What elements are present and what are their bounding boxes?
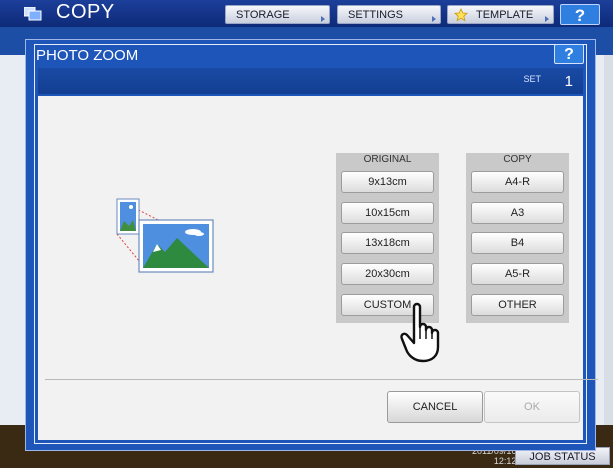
help-button[interactable]: ? [560,4,600,25]
cancel-button[interactable]: CANCEL [387,391,483,423]
tab-storage[interactable]: STORAGE [225,5,330,24]
original-size-panel: ORIGINAL 9x13cm 10x15cm 13x18cm 20x30cm … [336,153,439,323]
tab-settings[interactable]: SETTINGS [337,5,441,24]
tab-template[interactable]: TEMPLATE [447,5,554,24]
copy-title: COPY [503,154,532,165]
side-strip [604,55,613,425]
dialog-help-button[interactable]: ? [554,44,584,64]
original-20x30-button[interactable]: 20x30cm [341,263,434,285]
divider [45,379,598,380]
ok-button[interactable]: OK [484,391,580,423]
original-title: ORIGINAL [363,154,412,165]
app-title: COPY [56,1,115,23]
set-label: SET [523,74,541,84]
set-bar: SET 1 [38,68,583,94]
tab-settings-label: SETTINGS [348,9,404,21]
copy-size-panel: COPY A4-R A3 B4 A5-R OTHER [466,153,569,323]
top-bar: COPY STORAGE SETTINGS TEMPLATE ? [0,0,613,27]
tab-storage-label: STORAGE [236,9,290,21]
tab-template-label: TEMPLATE [476,9,534,21]
tab-arrow-icon [321,16,325,22]
original-10x15-button[interactable]: 10x15cm [341,202,434,224]
copy-a3-button[interactable]: A3 [471,202,564,224]
original-13x18-button[interactable]: 13x18cm [341,232,434,254]
tab-arrow-icon [432,16,436,22]
copy-a5r-button[interactable]: A5-R [471,263,564,285]
photo-zoom-illustration [116,198,214,273]
tab-arrow-icon [545,16,549,22]
copy-other-button[interactable]: OTHER [471,294,564,316]
time-label: 12:12 [493,456,517,466]
dialog-title: PHOTO ZOOM [36,47,139,64]
copy-b4-button[interactable]: B4 [471,232,564,254]
original-9x13-button[interactable]: 9x13cm [341,171,434,193]
copy-app-icon [24,7,42,21]
pointing-hand-icon [400,302,440,363]
copy-a4r-button[interactable]: A4-R [471,171,564,193]
set-count: 1 [564,73,573,90]
star-icon [454,8,468,22]
